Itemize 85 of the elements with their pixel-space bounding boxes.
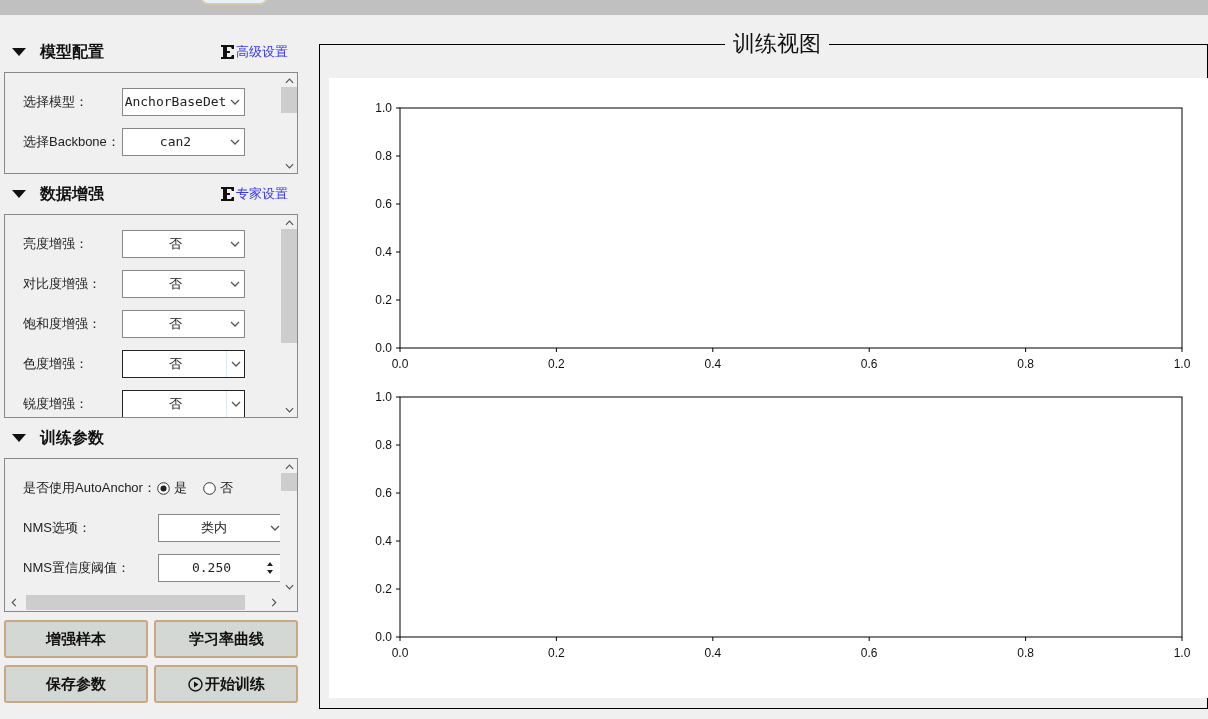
section-title: 数据增强 [40,184,104,204]
scroll-right-icon[interactable] [271,598,277,607]
e-letter-icon[interactable] [221,187,236,201]
scroll-down-icon[interactable] [284,163,294,169]
section-title: 训练参数 [40,428,104,448]
radio-empty-icon[interactable] [202,481,216,495]
y-tick-label: 0.6 [375,197,392,211]
spin-up-icon[interactable] [266,561,274,567]
scrollbar-thumb[interactable] [281,229,297,343]
dropdown[interactable]: 否 [122,230,245,258]
e-letter-icon[interactable] [221,45,236,59]
y-tick-label: 0.0 [375,341,392,355]
settings-link[interactable]: 高级设置 [236,42,288,62]
dropdown[interactable]: 否 [122,310,245,338]
expanded-triangle-icon[interactable] [12,189,26,199]
scroll-down-icon[interactable] [284,407,294,413]
scrollbar-thumb[interactable] [26,595,245,610]
x-tick-label: 0.8 [1017,646,1034,657]
y-tick-label: 1.0 [375,390,392,404]
field-label: 选择Backbone： [23,133,121,152]
action-button[interactable]: 增强样本 [4,620,148,658]
x-tick-label: 0.6 [860,646,878,657]
x-tick-label: 1.0 [1173,357,1191,368]
field-label: 对比度增强： [23,275,102,294]
dropdown[interactable]: 类内 [158,514,280,542]
section-title: 模型配置 [40,42,104,62]
scrollbar-thumb[interactable] [281,87,297,113]
chevron-down-icon[interactable] [230,321,240,327]
radio-selected-icon[interactable] [156,481,170,495]
settings-link[interactable]: 专家设置 [236,184,288,204]
field-label: NMS置信度阈值： [23,559,131,578]
spin-box[interactable]: 0.250 [158,554,280,582]
expanded-triangle-icon[interactable] [12,47,26,57]
scroll-up-icon[interactable] [284,220,294,226]
dropdown[interactable]: 否 [122,350,245,378]
chevron-down-icon[interactable] [230,241,240,247]
scroll-left-icon[interactable] [11,598,17,607]
action-button[interactable]: 保存参数 [4,665,148,703]
y-tick-label: 0.6 [375,486,392,500]
field-label: 饱和度增强： [23,315,102,334]
field-label: NMS选项： [23,519,92,538]
play-circle-icon [187,676,203,692]
x-tick-label: 0.4 [704,357,722,368]
chevron-down-icon[interactable] [270,525,280,531]
y-tick-label: 0.4 [375,245,392,259]
dropdown[interactable]: AnchorBaseDet [122,88,245,116]
y-tick-label: 0.2 [375,293,392,307]
action-button[interactable]: 开始训练 [154,665,298,703]
y-tick-label: 0.8 [375,149,392,163]
y-tick-label: 1.0 [375,101,392,115]
field-label: 选择模型： [23,93,89,112]
y-tick-label: 0.2 [375,582,392,596]
radio-option[interactable]: 否 [202,478,233,498]
field-label: 色度增强： [23,355,89,374]
scroll-up-icon[interactable] [284,464,294,470]
expanded-triangle-icon[interactable] [12,433,26,443]
chevron-down-icon[interactable] [230,361,241,367]
y-tick-label: 0.8 [375,438,392,452]
x-tick-label: 0.6 [860,357,878,368]
panel-title: 训练视图 [725,32,829,56]
y-tick-label: 0.0 [375,630,392,644]
chevron-down-icon[interactable] [230,99,240,105]
dropdown[interactable]: 否 [122,270,245,298]
field-label: 是否使用AutoAnchor： [23,479,156,498]
chevron-down-icon[interactable] [230,281,240,287]
dropdown[interactable]: can2 [122,128,245,156]
chevron-down-icon[interactable] [230,139,240,145]
action-button[interactable]: 学习率曲线 [154,620,298,658]
x-tick-label: 0.2 [548,357,565,368]
x-tick-label: 0.0 [391,646,409,657]
x-tick-label: 0.8 [1017,357,1034,368]
chevron-down-icon[interactable] [230,401,241,407]
dropdown[interactable]: 否 [122,390,245,417]
y-tick-label: 0.4 [375,534,392,548]
scrollbar-thumb[interactable] [281,473,297,491]
scroll-down-icon[interactable] [284,584,294,590]
scroll-up-icon[interactable] [284,78,294,84]
x-tick-label: 0.2 [548,646,565,657]
x-tick-label: 1.0 [1173,646,1191,657]
x-tick-label: 0.4 [704,646,722,657]
field-label: 亮度增强： [23,235,89,254]
spin-down-icon[interactable] [266,569,274,575]
radio-option[interactable]: 是 [156,478,187,498]
field-label: 锐度增强： [23,395,89,414]
x-tick-label: 0.0 [391,357,409,368]
